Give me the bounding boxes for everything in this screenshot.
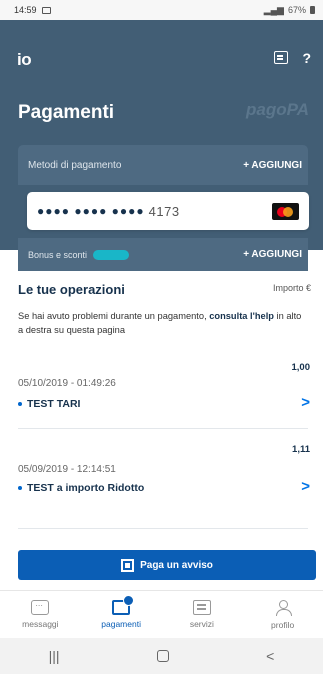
transaction-amount: 1,11 [292,444,310,455]
unread-dot-icon [18,402,22,406]
transaction-item[interactable]: 1,00 05/10/2019 - 01:49:26 TEST TARI > [18,360,314,422]
tab-pagamenti[interactable]: pagamenti [86,595,156,629]
message-icon [31,598,50,615]
card-masked-number: ●●●● ●●●● ●●●● [37,204,145,218]
tab-servizi[interactable]: servizi [167,600,237,629]
bonus-label: Bonus e sconti [28,249,88,260]
battery-level: 67% [287,5,306,15]
transaction-name: TEST a importo Ridotto [18,482,144,494]
profile-icon [275,599,292,616]
transaction-datetime: 05/09/2019 - 12:14:51 [18,464,116,475]
pagopa-logo: pagoPA [246,100,309,119]
chat-icon[interactable] [274,51,289,64]
battery-icon [310,6,315,14]
signal-icon: ▂▄▆ [263,4,284,15]
payment-methods-row: Metodi di pagamento + AGGIUNGI [18,145,308,185]
chevron-right-icon[interactable]: > [301,478,310,495]
chevron-right-icon[interactable]: > [301,394,310,411]
transaction-item[interactable]: 1,11 05/09/2019 - 12:14:51 TEST a import… [18,440,314,506]
pay-notice-label: Paga un avviso [140,559,213,571]
add-bonus-button[interactable]: + AGGIUNGI [243,249,302,260]
card-last-digits: 4173 [148,203,180,219]
services-icon [192,600,211,615]
qr-code-icon [121,558,135,572]
home-icon[interactable] [156,650,169,662]
unread-dot-icon [18,486,22,490]
add-payment-method-button[interactable]: + AGGIUNGI [243,160,302,171]
tab-profilo[interactable]: profilo [248,599,318,630]
transaction-datetime: 05/10/2019 - 01:49:26 [18,378,116,389]
back-icon[interactable]: < [266,648,274,664]
operations-help-text: Se hai avuto problemi durante un pagamen… [18,311,302,335]
tab-messaggi[interactable]: messaggi [5,598,75,629]
io-logo: io [17,50,32,69]
operations-title: Le tue operazioni [18,282,125,297]
transaction-amount: 1,00 [291,362,311,373]
status-bar: 14:59 ▂▄▆ 67% [0,0,323,20]
payment-card[interactable]: ●●●● ●●●● ●●●● 4173 [27,192,309,230]
wallet-icon [112,595,135,615]
notification-badge [123,595,135,606]
transaction-name: TEST TARI [18,398,80,410]
amount-header: Importo € [272,283,311,293]
new-badge [93,249,130,260]
help-link[interactable]: consulta l'help [209,311,274,321]
recent-apps-icon[interactable]: ||| [49,648,60,664]
help-icon[interactable]: ? [302,51,311,65]
mastercard-icon [272,203,299,220]
payment-methods-label: Metodi di pagamento [28,159,122,171]
page-title: Pagamenti [18,102,115,123]
bottom-tab-bar: messaggi pagamenti servizi profilo [0,590,323,638]
android-nav-bar: ||| < [0,638,323,674]
divider [18,428,308,429]
pay-notice-button[interactable]: Paga un avviso [18,550,316,580]
divider [18,528,308,529]
bonus-row: Bonus e sconti + AGGIUNGI [18,238,308,271]
status-time: 14:59 [14,5,37,15]
gallery-icon [41,6,51,14]
